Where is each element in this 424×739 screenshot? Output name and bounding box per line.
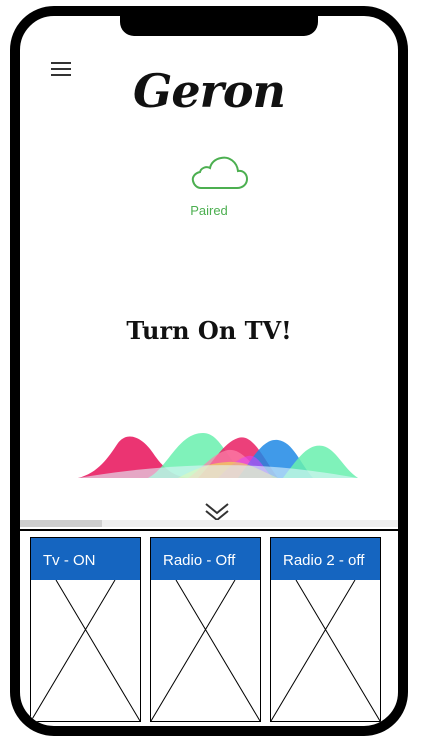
scrollbar-thumb[interactable] — [20, 520, 102, 527]
image-placeholder-icon — [31, 580, 140, 721]
device-card-radio-2[interactable]: Radio 2 - off — [270, 537, 381, 722]
device-card-label: Radio - Off — [151, 538, 260, 580]
phone-notch — [120, 16, 318, 36]
image-placeholder-icon — [271, 580, 380, 721]
device-card-radio[interactable]: Radio - Off — [150, 537, 261, 722]
device-cards: Tv - ON Radio - Off Radio 2 - off — [30, 537, 390, 726]
device-card-label: Tv - ON — [31, 538, 140, 580]
phone-frame: Geron Paired Turn On TV! Tv - ON Radio -… — [10, 6, 408, 736]
app-logo: Geron — [133, 64, 286, 118]
cloud-icon — [191, 156, 249, 189]
section-divider — [20, 529, 398, 531]
double-chevron-down-icon[interactable] — [204, 500, 230, 522]
image-placeholder-icon — [151, 580, 260, 721]
voice-command-text: Turn On TV! — [126, 316, 292, 345]
device-card-tv[interactable]: Tv - ON — [30, 537, 141, 722]
voice-waveform — [78, 433, 358, 478]
device-card-label: Radio 2 - off — [271, 538, 380, 580]
pairing-status: Paired — [190, 203, 228, 218]
horizontal-scrollbar[interactable] — [20, 520, 398, 527]
